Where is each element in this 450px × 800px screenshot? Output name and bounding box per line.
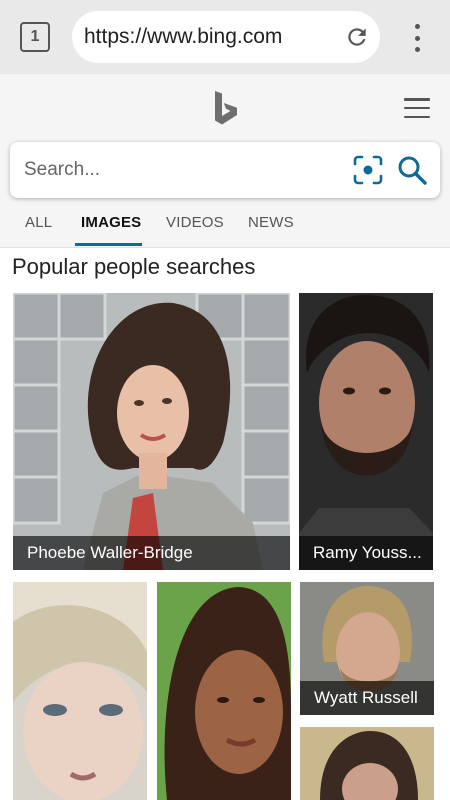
hamburger-menu-icon[interactable] [404, 98, 430, 118]
person-name: Wyatt Russell [300, 681, 434, 715]
person-name: Phoebe Waller-Bridge [13, 536, 290, 570]
tab-news[interactable]: NEWS [248, 214, 294, 231]
section-title: Popular people searches [12, 254, 256, 279]
person-photo [300, 727, 434, 800]
person-photo [13, 582, 147, 800]
person-card-ramy-youssef[interactable]: Ramy Youss... [299, 293, 433, 570]
search-tabs: ALL IMAGES VIDEOS NEWS [0, 210, 450, 248]
bing-header: ALL IMAGES VIDEOS NEWS [0, 74, 450, 248]
person-card-3[interactable] [13, 582, 147, 800]
reload-icon[interactable] [344, 24, 370, 50]
tab-all[interactable]: ALL [25, 214, 52, 231]
person-photo [157, 582, 291, 800]
search-input[interactable] [24, 152, 334, 188]
person-name: Ramy Youss... [299, 536, 433, 570]
person-photo [299, 293, 433, 570]
browser-toolbar: 1 https://www.bing.com [0, 0, 450, 74]
bing-logo-icon[interactable] [212, 90, 240, 126]
search-box [10, 142, 440, 198]
tab-videos[interactable]: VIDEOS [166, 214, 224, 231]
person-card-phoebe-waller-bridge[interactable]: Phoebe Waller-Bridge [13, 293, 290, 570]
person-photo [13, 293, 290, 570]
search-icon[interactable] [396, 154, 428, 186]
person-card-6[interactable] [300, 727, 434, 800]
address-bar[interactable]: https://www.bing.com [72, 11, 380, 63]
url-text[interactable]: https://www.bing.com [84, 25, 282, 49]
active-tab-indicator [75, 243, 142, 246]
browser-menu-icon[interactable] [406, 24, 428, 52]
tab-switcher-button[interactable]: 1 [20, 22, 50, 52]
tab-images[interactable]: IMAGES [81, 214, 141, 231]
visual-search-icon[interactable] [353, 155, 383, 185]
person-card-wyatt-russell[interactable]: Wyatt Russell [300, 582, 434, 715]
person-card-4[interactable] [157, 582, 291, 800]
